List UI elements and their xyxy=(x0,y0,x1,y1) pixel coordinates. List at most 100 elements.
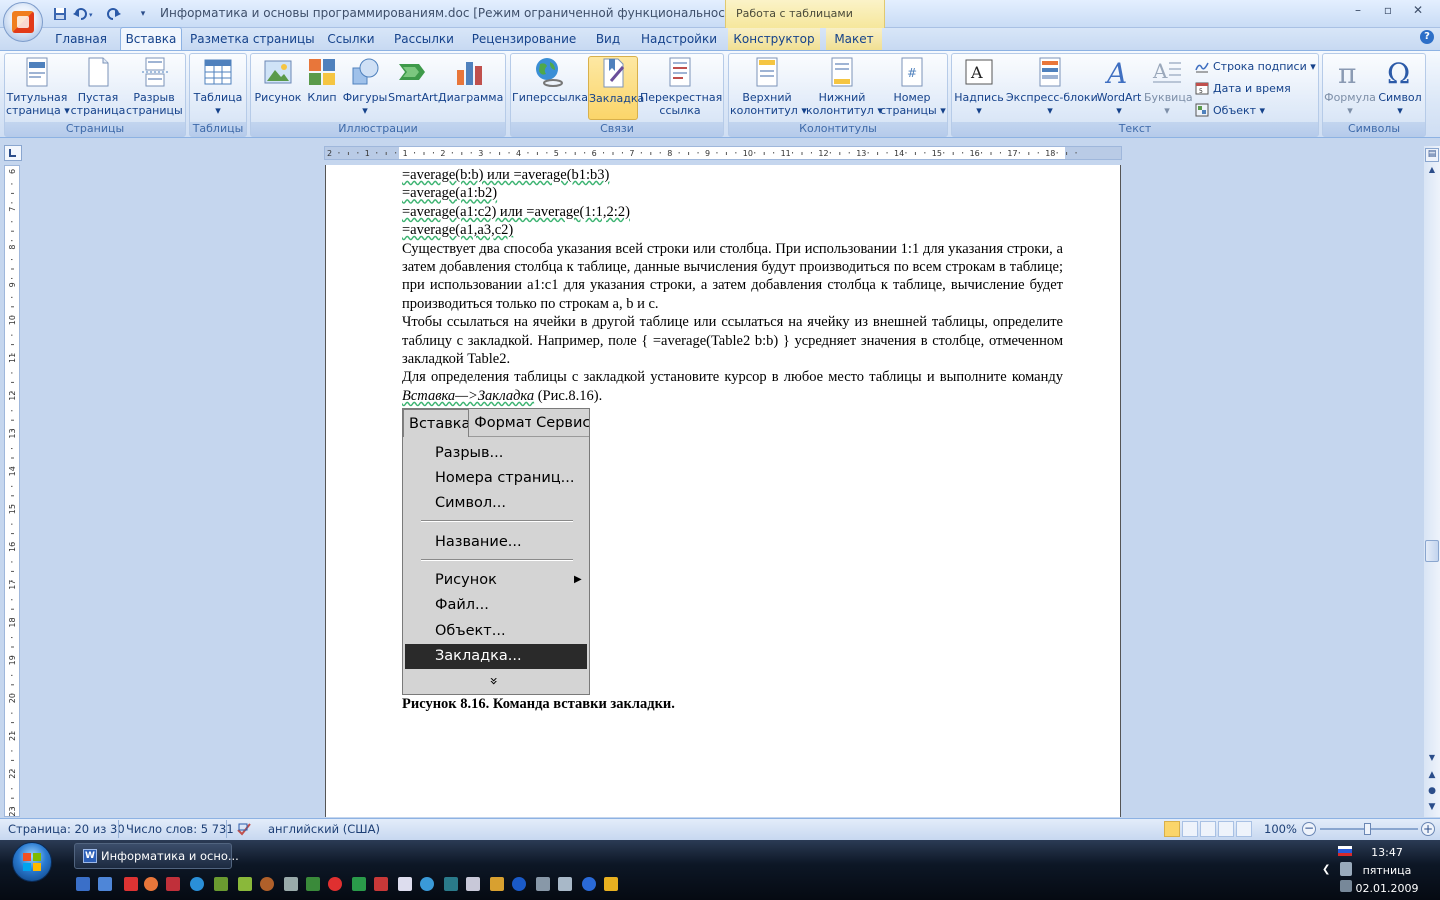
save-icon[interactable] xyxy=(52,5,68,23)
tab-insert[interactable]: Вставка xyxy=(120,27,182,51)
app-icon[interactable] xyxy=(466,877,480,891)
full-screen-reading-icon[interactable] xyxy=(1182,821,1198,837)
zoom-slider-thumb[interactable] xyxy=(1364,823,1371,835)
app-icon[interactable] xyxy=(260,877,274,891)
tab-mailings[interactable]: Рассылки xyxy=(388,28,460,50)
tab-references[interactable]: Ссылки xyxy=(322,28,380,50)
scroll-up-icon[interactable]: ▲ xyxy=(1425,165,1439,177)
tab-view[interactable]: Вид xyxy=(588,28,628,50)
scrollbar-thumb[interactable] xyxy=(1425,540,1439,562)
restore-icon[interactable]: ▫ xyxy=(1376,3,1400,19)
quick-parts-button[interactable]: Экспресс-блоки ▾ xyxy=(1006,56,1098,120)
clipart-button[interactable]: Клип xyxy=(304,56,340,120)
web-layout-icon[interactable] xyxy=(1200,821,1216,837)
app-icon[interactable] xyxy=(374,877,388,891)
vertical-scrollbar[interactable] xyxy=(1424,146,1440,817)
zoom-in-icon[interactable]: + xyxy=(1421,822,1435,836)
tab-addins[interactable]: Надстройки xyxy=(638,28,720,50)
app-icon[interactable] xyxy=(490,877,504,891)
chart-button[interactable]: Диаграмма xyxy=(438,56,503,120)
undo-icon[interactable]: ▾ xyxy=(72,5,98,23)
ruler-toggle-icon[interactable]: ▤ xyxy=(1425,148,1439,162)
cross-reference-button[interactable]: Перекрестная ссылка xyxy=(640,56,722,120)
page-number-button[interactable]: # Номер страницы ▾ xyxy=(880,56,946,120)
qat-customize-icon[interactable]: ▾ xyxy=(136,5,150,23)
header-button[interactable]: Верхний колонтитул ▾ xyxy=(730,56,807,120)
app-icon[interactable] xyxy=(328,877,342,891)
signature-line-button[interactable]: Строка подписи ▾ xyxy=(1195,56,1316,76)
table-button[interactable]: Таблица ▾ xyxy=(191,56,245,120)
print-layout-icon[interactable] xyxy=(1164,821,1180,837)
document-body[interactable]: =average(b:b) или =average(b1:b3) =avera… xyxy=(402,166,1063,405)
outline-icon[interactable] xyxy=(1218,821,1234,837)
textbox-button[interactable]: A Надпись ▾ xyxy=(954,56,1004,120)
app-icon[interactable] xyxy=(536,877,550,891)
zoom-level[interactable]: 100% xyxy=(1264,822,1297,836)
tray-app-icon[interactable] xyxy=(1340,862,1352,876)
redo-icon[interactable] xyxy=(105,5,123,23)
language-flag-icon[interactable] xyxy=(1338,846,1352,856)
tab-layout[interactable]: Макет xyxy=(826,28,882,50)
app-icon[interactable] xyxy=(420,877,434,891)
zoom-out-icon[interactable]: − xyxy=(1302,822,1316,836)
blank-page-button[interactable]: Пустая страница xyxy=(70,56,126,120)
show-desktop-icon[interactable] xyxy=(76,877,90,891)
browse-object-icon[interactable]: ● xyxy=(1425,786,1439,800)
app-icon[interactable] xyxy=(352,877,366,891)
page-break-button[interactable]: Разрыв страницы xyxy=(126,56,183,120)
tab-review[interactable]: Рецензирование xyxy=(468,28,580,50)
proofing-icon[interactable] xyxy=(236,821,252,837)
close-icon[interactable]: ✕ xyxy=(1406,3,1430,19)
footer-button[interactable]: Нижний колонтитул ▾ xyxy=(806,56,883,120)
app-icon[interactable] xyxy=(214,877,228,891)
app-icon[interactable] xyxy=(512,877,526,891)
tab-design[interactable]: Конструктор xyxy=(728,28,820,50)
help-icon[interactable]: ? xyxy=(1420,30,1434,44)
tab-page-layout[interactable]: Разметка страницы xyxy=(190,28,315,50)
picture-button[interactable]: Рисунок xyxy=(252,56,304,120)
app-icon[interactable] xyxy=(558,877,572,891)
draft-icon[interactable] xyxy=(1236,821,1252,837)
app-icon[interactable] xyxy=(582,877,596,891)
vertical-ruler[interactable]: 6 7 8 9 10 11 12 13 14 15 16 17 18 19 20 21 22 23 xyxy=(4,165,20,846)
ruler-tick xyxy=(914,152,916,155)
tab-home[interactable]: Главная xyxy=(48,28,114,50)
clock[interactable]: 13:47 пятница 02.01.2009 xyxy=(1352,844,1422,898)
app-icon[interactable] xyxy=(604,877,618,891)
word-count[interactable]: Число слов: 5 731 xyxy=(126,822,234,836)
shapes-button[interactable]: Фигуры ▾ xyxy=(342,56,388,120)
minimize-icon[interactable]: – xyxy=(1346,3,1370,19)
opera-icon[interactable] xyxy=(124,877,138,891)
app-icon[interactable] xyxy=(284,877,298,891)
network-icon[interactable] xyxy=(1340,880,1352,892)
app-icon[interactable] xyxy=(444,877,458,891)
scroll-down-icon[interactable]: ▼ xyxy=(1425,753,1439,765)
office-button[interactable] xyxy=(3,2,43,42)
switch-windows-icon[interactable] xyxy=(98,877,112,891)
symbol-button[interactable]: Ω Символ ▾ xyxy=(1376,56,1424,120)
language-indicator[interactable]: английский (США) xyxy=(268,822,380,836)
hyperlink-button[interactable]: Гиперссылка xyxy=(512,56,588,120)
tab-selector[interactable] xyxy=(4,145,22,161)
cover-page-button[interactable]: Титульная страница ▾ xyxy=(6,56,70,120)
next-page-icon[interactable]: ▼ xyxy=(1425,802,1439,816)
firefox-icon[interactable] xyxy=(144,877,158,891)
app-icon[interactable] xyxy=(398,877,412,891)
horizontal-ruler[interactable]: 2 1 1 2 3 4 5 6 7 8 9 10 11 12 13 14 15 16 17 18 xyxy=(324,146,1122,160)
tray-expand-icon[interactable]: ❮ xyxy=(1322,864,1330,875)
dropcap-button[interactable]: A Буквица ▾ xyxy=(1144,56,1193,120)
start-button[interactable] xyxy=(12,842,52,882)
app-icon[interactable] xyxy=(166,877,180,891)
app-icon[interactable] xyxy=(238,877,252,891)
page-counter[interactable]: Страница: 20 из 30 xyxy=(8,822,125,836)
smartart-button[interactable]: SmartArt xyxy=(388,56,438,120)
bookmark-button[interactable]: Закладка xyxy=(588,56,644,120)
app-icon[interactable] xyxy=(306,877,320,891)
previous-page-icon[interactable]: ▲ xyxy=(1425,770,1439,784)
object-button[interactable]: Объект ▾ xyxy=(1195,100,1265,120)
internet-explorer-icon[interactable] xyxy=(190,877,204,891)
date-time-button[interactable]: 5 Дата и время xyxy=(1195,78,1291,98)
wordart-button[interactable]: A WordArt ▾ xyxy=(1096,56,1142,120)
taskbar-word-window[interactable]: W Информатика и осно... xyxy=(74,843,239,869)
equation-button[interactable]: π Формула ▾ xyxy=(1324,56,1376,120)
